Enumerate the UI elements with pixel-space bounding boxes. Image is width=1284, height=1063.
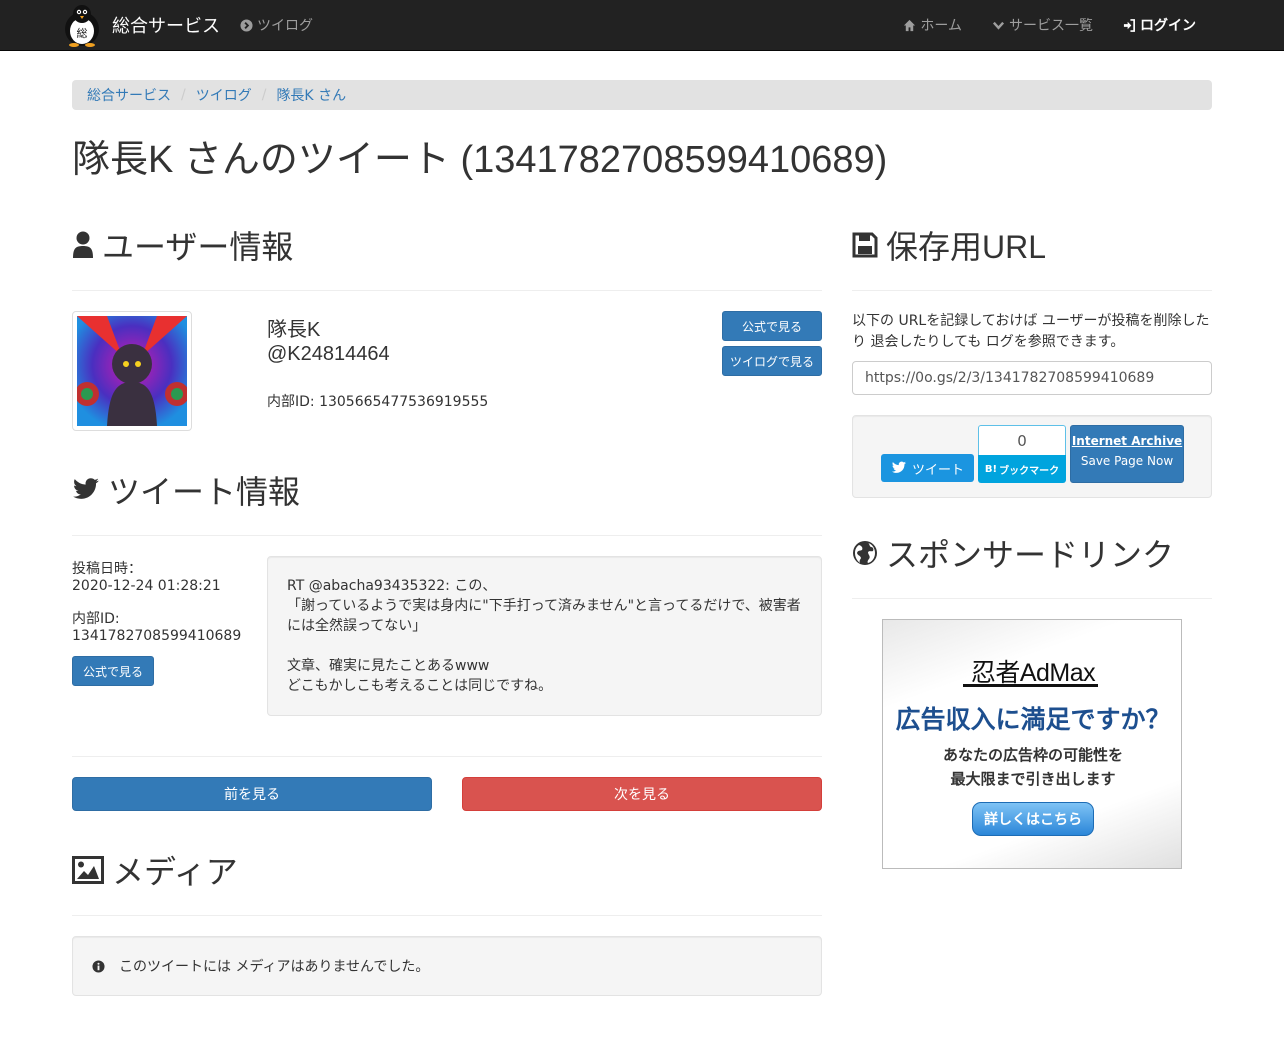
nav-home-link[interactable]: ホーム (903, 15, 962, 35)
tweet-text-line (287, 636, 802, 656)
ad-headline: 広告収入に満足ですか？ (895, 706, 1171, 734)
user-info-panel: 隊長K @K24814464 内部ID: 1305665477536919555… (72, 291, 822, 451)
user-info-heading: ユーザー情報 (72, 218, 822, 291)
save-url-input[interactable] (852, 361, 1212, 395)
hatena-bookmark-widget[interactable]: 0 B! ブックマーク (978, 425, 1066, 483)
hatena-b-icon: B! (984, 463, 998, 475)
hatena-count: 0 (978, 425, 1066, 455)
tweet-id-label: 内部ID: (72, 611, 120, 627)
media-heading-text: メディア (112, 854, 238, 890)
penguin-logo-icon: 総 (65, 5, 99, 47)
breadcrumb-item[interactable]: ツイログ (196, 85, 252, 105)
ad-line: あなたの広告枠の可能性を (942, 747, 1123, 764)
ad-cta-button[interactable]: 詳しくはこちら (972, 802, 1094, 836)
posted-value: 2020-12-24 01:28:21 (72, 578, 221, 594)
top-navbar: 総 総合サービス ツイログ ホーム サービス一覧 ログイン (0, 0, 1284, 51)
home-icon (904, 19, 916, 31)
tweet-view-official-button[interactable]: 公式で見る (72, 656, 154, 686)
next-button[interactable]: 次を見る (462, 777, 822, 811)
brand-link[interactable]: 総 総合サービス (60, 2, 220, 48)
user-icon (73, 231, 93, 258)
ad-banner[interactable]: 忍者AdMax 広告収入に満足ですか？ あなたの広告枠の可能性を 最大限まで引き… (882, 619, 1182, 869)
nav-twilog-label: ツイログ (257, 18, 313, 34)
user-view-twilog-button[interactable]: ツイログで見る (722, 346, 822, 376)
tweet-id-value: 1341782708599410689 (72, 628, 242, 644)
right-column: 保存用URL 以下の URLを記録しておけば ユーザーが投稿を削除した り 退会… (852, 218, 1212, 869)
left-column: ユーザー情報 隊長K @K24814464 内部ID: 130566547753… (72, 218, 822, 996)
main-container: 総合サービス / ツイログ / 隊長K さん 隊長K さんのツイート (1341… (72, 80, 1212, 996)
nav-services-label: サービス一覧 (1009, 18, 1093, 34)
prev-button[interactable]: 前を見る (72, 777, 432, 811)
media-heading: メディア (72, 843, 822, 916)
media-empty-alert: このツイートには メディアはありませんでした。 (72, 936, 822, 996)
posted-label: 投稿日時： (72, 561, 142, 577)
save-url-desc: 以下の URLを記録しておけば ユーザーが投稿を削除した り 退会したりしても … (852, 311, 1212, 353)
image-icon (72, 856, 104, 884)
nav-twilog-link[interactable]: ツイログ (240, 15, 313, 35)
user-internal-id: 内部ID: 1305665477536919555 (267, 394, 489, 410)
internet-archive-button[interactable]: Internet Archive Save Page Now (1070, 425, 1184, 483)
user-name: 隊長K (267, 319, 321, 341)
sign-in-icon (1123, 18, 1135, 32)
archive-title: Internet Archive (1071, 434, 1183, 448)
share-box: ツイート 0 B! ブックマーク Internet Archive Save P… (852, 415, 1212, 498)
user-handle: @K24814464 (267, 343, 390, 365)
nav-login-link[interactable]: ログイン (1123, 15, 1196, 35)
floppy-disk-icon (852, 232, 878, 258)
tweet-text-line: 「謝っているようで実は身内に"下手打って済みません"と言ってるだけで、被害者 (287, 598, 801, 614)
tweet-share-label: ツイート (911, 462, 964, 478)
save-url-heading: 保存用URL (852, 218, 1212, 291)
nav-services-dropdown[interactable]: サービス一覧 (992, 15, 1093, 35)
breadcrumb-item[interactable]: 総合サービス (87, 85, 171, 105)
nav-right-menu: ホーム サービス一覧 ログイン (873, 15, 1196, 35)
sponsor-heading: スポンサードリンク (852, 526, 1212, 599)
tweet-text-line: RT @abacha93435322: この、 (287, 578, 497, 594)
tweet-info-heading: ツイート情報 (72, 463, 822, 536)
twitter-icon (73, 478, 99, 499)
ad-brand-underline (963, 684, 1098, 687)
chevron-down-icon (992, 21, 1005, 30)
tweet-share-button[interactable]: ツイート (881, 454, 974, 482)
save-url-desc-line: 以下の URLを記録しておけば ユーザーが投稿を削除した (852, 313, 1210, 329)
brand-name: 総合サービス (112, 16, 220, 37)
save-url-heading-text: 保存用URL (886, 229, 1047, 265)
nav-home-label: ホーム (920, 18, 962, 34)
hatena-label: ブックマーク (999, 465, 1060, 477)
sponsor-heading-text: スポンサードリンク (886, 537, 1175, 573)
twitter-bird-icon (891, 461, 906, 473)
tweet-text-line: どこもかしこも考えることは同じですね。 (287, 678, 553, 694)
page-title: 隊長K さんのツイート (1341782708599410689) (72, 139, 888, 181)
breadcrumb-separator: / (181, 87, 186, 103)
pager: 前を見る 次を見る (72, 757, 822, 837)
tweet-text-box: RT @abacha93435322: この、 「謝っているようで実は身内に"下… (267, 556, 822, 716)
avatar-image (75, 316, 189, 426)
archive-subtitle: Save Page Now (1080, 454, 1174, 468)
tweet-text-line: には全然誤ってない」 (287, 618, 427, 634)
ad-line: 最大限まで引き出します (950, 771, 1116, 788)
tweet-info-panel: 投稿日時： 2020-12-24 01:28:21 内部ID: 13417827… (72, 536, 822, 756)
user-info-heading-text: ユーザー情報 (102, 229, 294, 265)
avatar (72, 311, 192, 431)
tweet-info-heading-text: ツイート情報 (108, 474, 301, 510)
breadcrumb-item[interactable]: 隊長K さん (276, 85, 346, 105)
nav-login-label: ログイン (1140, 18, 1196, 34)
svg-text:総: 総 (77, 26, 88, 40)
chevron-circle-right-icon (240, 18, 253, 32)
info-circle-icon (92, 959, 105, 973)
user-view-official-button[interactable]: 公式で見る (722, 311, 822, 341)
breadcrumb: 総合サービス / ツイログ / 隊長K さん (72, 80, 1212, 110)
tweet-text-line: 文章、確実に見たことあるwww (287, 658, 490, 674)
save-url-desc-line: り 退会したりしても ログを参照できます。 (852, 334, 1125, 350)
hatena-button: B! ブックマーク (978, 455, 1066, 483)
breadcrumb-separator: / (261, 87, 267, 103)
media-empty-text: このツイートには メディアはありませんでした。 (119, 959, 430, 975)
globe-icon (853, 541, 877, 565)
